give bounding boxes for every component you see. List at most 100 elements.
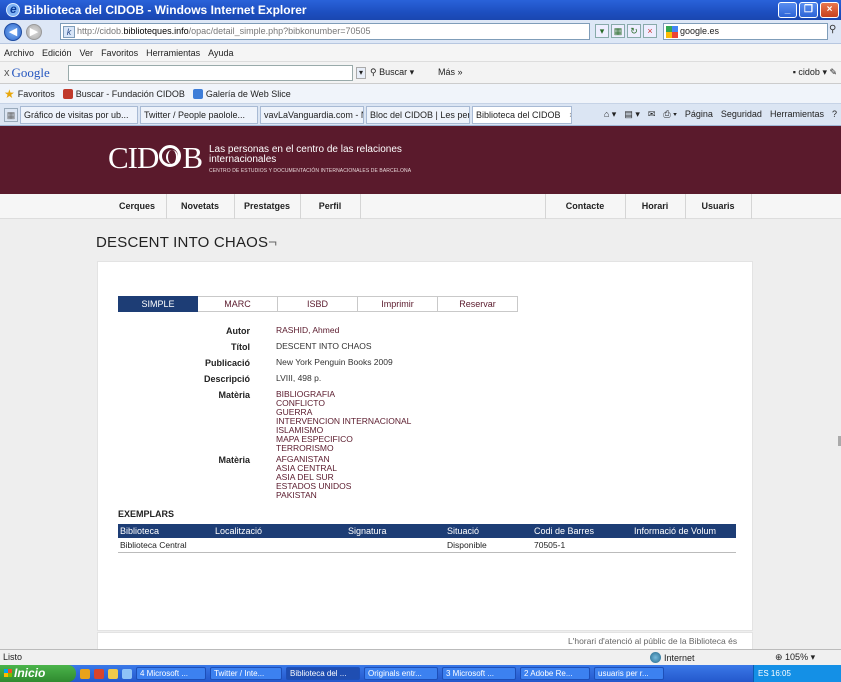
tab-simple[interactable]: SIMPLE (118, 296, 198, 312)
field-value: New York Penguin Books 2009 (276, 357, 393, 367)
quicklaunch-icon[interactable] (94, 668, 104, 679)
menu-ver[interactable]: Ver (80, 48, 94, 58)
tab-biblioteca[interactable]: Biblioteca del CIDOB × (472, 105, 572, 124)
subject-link[interactable]: TERRORISMO (276, 444, 411, 453)
start-button[interactable]: Inicio (0, 665, 76, 682)
search-icon[interactable]: ⚲ (829, 24, 841, 38)
record-card: SIMPLE MARC ISBD Imprimir Reservar Autor… (97, 261, 753, 631)
site-nav: Cerques Novetats Prestatges Perfil Conta… (0, 194, 841, 219)
close-icon[interactable]: × (820, 2, 839, 18)
back-button[interactable]: ◀ (4, 22, 22, 41)
forward-button[interactable]: ▶ (26, 23, 42, 40)
task-biblioteca[interactable]: Biblioteca del ... (286, 667, 360, 680)
url-input[interactable]: k http://cidob.biblioteques.info/opac/de… (60, 23, 590, 40)
page-viewport: CID B Las personas en el centro de las re… (0, 126, 841, 649)
nav-perfil[interactable]: Perfil (300, 194, 360, 219)
pilcrow-icon: ¬ (268, 234, 278, 251)
home-icon[interactable]: ⌂ ▾ (604, 109, 616, 120)
task-microsoft-1[interactable]: 4 Microsoft ... (136, 667, 206, 680)
star-icon[interactable]: ★ (4, 87, 15, 101)
zoom-level: 105% (785, 652, 809, 662)
menu-herramientas[interactable]: Herramientas (146, 48, 200, 58)
google-mas-button[interactable]: Más » (438, 67, 463, 77)
zone-label: Internet (664, 652, 695, 663)
zoom-control[interactable]: ⊕ 105% ▾ (775, 652, 815, 663)
tab-lavanguardia[interactable]: vavLaVanguardia.com - Noti... (260, 105, 364, 124)
maximize-icon[interactable]: ❐ (799, 2, 818, 18)
cidob-logo[interactable]: CID B (108, 140, 203, 176)
address-bar: ◀ ▶ k http://cidob.biblioteques.info/opa… (0, 20, 841, 44)
google-search-input[interactable] (68, 65, 353, 81)
quicklaunch-icon[interactable] (108, 668, 118, 679)
record-title-text: DESCENT INTO CHAOS (96, 234, 269, 251)
google-logo: Google (11, 64, 50, 80)
quicklaunch-icon[interactable] (80, 668, 90, 679)
field-value: DESCENT INTO CHAOS (276, 341, 372, 351)
cidob-favicon-icon (62, 88, 73, 99)
tab-graficos[interactable]: Gráfico de visitas por ub... (20, 105, 138, 124)
refresh-icon[interactable]: ↻ (627, 24, 641, 38)
nav-contacte[interactable]: Contacte (545, 194, 625, 219)
task-adobe[interactable]: 2 Adobe Re... (520, 667, 590, 680)
cell-localitzacio (213, 538, 303, 553)
menu-ayuda[interactable]: Ayuda (208, 48, 233, 58)
fav-label: Galería de Web Slice (205, 88, 291, 99)
chevron-down-icon[interactable]: ▾ (356, 67, 366, 79)
compat-icon[interactable]: ▦ (611, 24, 625, 38)
close-tab-icon[interactable]: × (569, 110, 571, 120)
nav-separator (751, 194, 752, 219)
mail-icon[interactable]: ✉ (648, 109, 656, 120)
task-originals[interactable]: Originals entr... (364, 667, 438, 680)
search-input[interactable]: google.es (663, 23, 828, 40)
pagina-menu[interactable]: Página (685, 109, 713, 120)
google-user-menu[interactable]: ▪ cidob ▾ ✎ (793, 67, 837, 78)
field-label: Publicació (204, 358, 250, 368)
subject-link[interactable]: PAKISTAN (276, 491, 351, 500)
nav-horari[interactable]: Horari (625, 194, 685, 219)
task-microsoft-3[interactable]: 3 Microsoft ... (442, 667, 516, 680)
nav-novetats[interactable]: Novetats (166, 194, 234, 219)
tab-marc[interactable]: MARC (198, 296, 278, 312)
col-situacio: Situació (427, 524, 532, 538)
url-host: biblioteques.info (123, 26, 189, 36)
tab-twitter[interactable]: Twitter / People paolole... (140, 105, 258, 124)
quick-tabs-icon[interactable]: ▦ (4, 107, 18, 122)
globe-logo-icon (159, 145, 182, 167)
google-buscar-button[interactable]: ⚲ Buscar ▾ (370, 67, 414, 78)
herramientas-menu[interactable]: Herramientas (770, 109, 824, 120)
menu-archivo[interactable]: Archivo (4, 48, 34, 58)
nav-prestatges[interactable]: Prestatges (234, 194, 300, 219)
quicklaunch-icon[interactable] (122, 668, 132, 679)
tab-imprimir[interactable]: Imprimir (358, 296, 438, 312)
task-usuaris[interactable]: usuaris per r... (594, 667, 664, 680)
minimize-icon[interactable]: _ (778, 2, 797, 18)
url-prefix: http://cidob. (77, 26, 124, 36)
field-label: Descripció (203, 374, 250, 384)
nav-usuaris[interactable]: Usuaris (685, 194, 751, 219)
stop-icon[interactable]: × (643, 24, 657, 38)
print-icon[interactable]: ⎙ ▾ (663, 109, 676, 120)
author-link[interactable]: RASHID, Ahmed (276, 326, 339, 335)
help-icon[interactable]: ? (832, 109, 837, 120)
dropdown-icon[interactable]: ▾ (595, 24, 609, 38)
cell-informacio-volum (632, 538, 736, 553)
view-tabs: SIMPLE MARC ISBD Imprimir Reservar (118, 296, 518, 312)
favorites-bar: ★ Favoritos Buscar - Fundación CIDOB Gal… (0, 84, 841, 104)
menu-favoritos[interactable]: Favoritos (101, 48, 138, 58)
field-label: Matèria (218, 455, 250, 465)
favorites-button[interactable]: Favoritos (18, 89, 55, 99)
tab-reservar[interactable]: Reservar (438, 296, 518, 312)
nav-cerques[interactable]: Cerques (108, 194, 166, 219)
fav-item-webslice[interactable]: Galería de Web Slice (192, 88, 291, 99)
fav-item-buscar[interactable]: Buscar - Fundación CIDOB (62, 88, 185, 99)
tab-bloc-cidob[interactable]: Bloc del CIDOB | Les per... (366, 105, 470, 124)
menu-edicion[interactable]: Edición (42, 48, 72, 58)
seguridad-menu[interactable]: Seguridad (721, 109, 762, 120)
tab-isbd[interactable]: ISBD (278, 296, 358, 312)
toolbar-close-icon[interactable]: x (4, 67, 10, 79)
exemplars-heading: EXEMPLARS (118, 509, 175, 519)
feeds-icon[interactable]: ▤ ▾ (624, 109, 640, 120)
ie-icon (6, 2, 20, 17)
status-bar: Listo Internet ⊕ 105% ▾ (0, 649, 841, 665)
task-twitter[interactable]: Twitter / Inte... (210, 667, 282, 680)
